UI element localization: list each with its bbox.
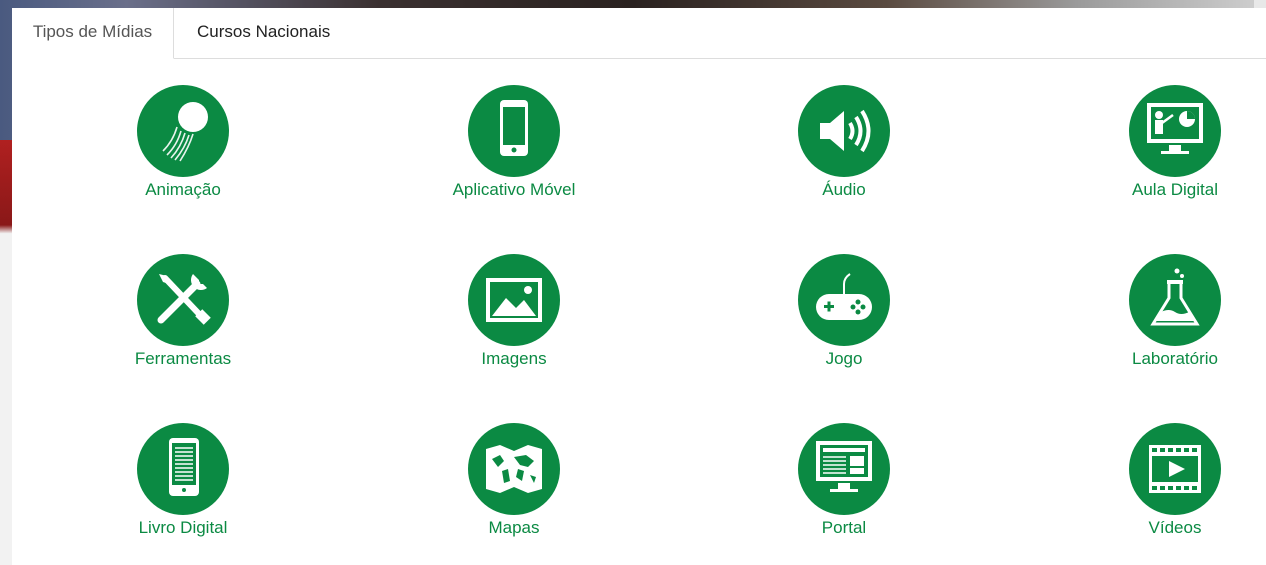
- media-item-laboratorio[interactable]: Laboratório: [1075, 254, 1266, 369]
- media-item-label: Jogo: [825, 349, 863, 368]
- media-item-aula-digital[interactable]: Aula Digital: [1075, 85, 1266, 200]
- flask-icon: [1129, 254, 1221, 346]
- media-item-label: Áudio: [822, 180, 866, 199]
- media-item-aplicativo-movel[interactable]: Aplicativo Móvel: [414, 85, 614, 200]
- gamepad-icon: [798, 254, 890, 346]
- ebook-reader-icon: [137, 423, 229, 515]
- map-icon: [468, 423, 560, 515]
- media-item-label: Livro Digital: [138, 518, 228, 537]
- smartphone-icon: [468, 85, 560, 177]
- media-item-label: Portal: [821, 518, 867, 537]
- media-item-label: Vídeos: [1148, 518, 1202, 537]
- tab-cursos-nacionais[interactable]: Cursos Nacionais: [197, 8, 330, 58]
- media-item-animacao[interactable]: Animação: [83, 85, 283, 200]
- speaker-icon: [798, 85, 890, 177]
- background-left-strip: [0, 140, 12, 565]
- media-item-label: Mapas: [488, 518, 540, 537]
- media-item-label: Animação: [145, 180, 221, 199]
- media-panel: Tipos de Mídias Cursos Nacionais Animaçã…: [12, 8, 1266, 565]
- media-item-ferramentas[interactable]: Ferramentas: [83, 254, 283, 369]
- media-item-label: Laboratório: [1131, 349, 1218, 368]
- media-item-mapas[interactable]: Mapas: [414, 423, 614, 538]
- media-item-imagens[interactable]: Imagens: [414, 254, 614, 369]
- tools-icon: [137, 254, 229, 346]
- image-icon: [468, 254, 560, 346]
- tab-tipos-de-midias[interactable]: Tipos de Mídias: [12, 8, 174, 59]
- portal-monitor-icon: [798, 423, 890, 515]
- media-item-label: Imagens: [481, 349, 547, 368]
- media-item-jogo[interactable]: Jogo: [744, 254, 944, 369]
- media-item-videos[interactable]: Vídeos: [1075, 423, 1266, 538]
- media-item-label: Aplicativo Móvel: [452, 180, 576, 199]
- media-item-portal[interactable]: Portal: [744, 423, 944, 538]
- media-types-grid: Animação Aplicativo Móvel Áudio Aula Dig…: [12, 58, 1266, 565]
- media-item-livro-digital[interactable]: Livro Digital: [83, 423, 283, 538]
- media-item-audio[interactable]: Áudio: [744, 85, 944, 200]
- video-film-icon: [1129, 423, 1221, 515]
- media-item-label: Ferramentas: [134, 349, 232, 368]
- animation-ball-icon: [137, 85, 229, 177]
- tab-bar: Tipos de Mídias Cursos Nacionais: [12, 8, 1266, 59]
- media-item-label: Aula Digital: [1132, 180, 1218, 199]
- presentation-icon: [1129, 85, 1221, 177]
